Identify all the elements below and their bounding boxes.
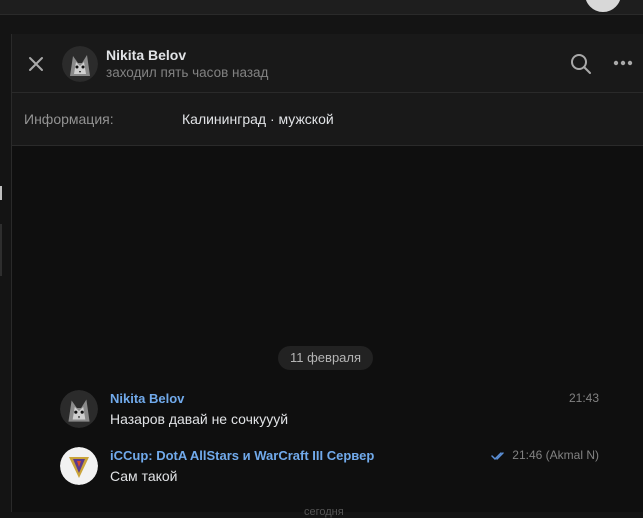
close-button[interactable] [26,54,46,74]
info-value: Калининград · мужской [182,111,334,127]
info-label: Информация: [24,111,114,127]
message[interactable]: iCCup: DotA AllStars и WarCraft III Серв… [12,447,643,487]
message-text: Назаров давай не сочкуууй [110,411,289,427]
chat-header: Nikita Belov заходил пять часов назад [12,34,643,93]
contact-info-row: Информация: Калининград · мужской [12,93,643,146]
search-icon [571,54,591,74]
iccup-logo-icon [60,447,98,485]
close-icon [29,57,43,71]
message-avatar[interactable] [60,447,98,485]
contact-avatar[interactable] [62,46,98,82]
sidebar-scrollbar[interactable] [0,224,2,276]
message-avatar[interactable] [60,390,98,428]
more-icon [613,60,633,66]
sidebar-indicator [0,186,2,200]
left-sidebar-edge [0,34,11,512]
message-meta: 21:46 (Akmal N) [491,448,599,462]
contact-name[interactable]: Nikita Belov [106,47,186,63]
message-author[interactable]: Nikita Belov [110,391,184,406]
today-separator: сегодня [304,506,344,518]
wolf-avatar-icon [62,46,98,82]
top-bar-divider [0,14,643,15]
message-author[interactable]: iCCup: DotA AllStars и WarCraft III Серв… [110,448,374,463]
more-button[interactable] [612,56,634,70]
message[interactable]: Nikita Belov Назаров давай не сочкуууй 2… [12,390,643,430]
message-text: Сам такой [110,468,178,484]
top-bar [0,0,643,14]
message-time: 21:43 [568,391,599,405]
chat-panel: Nikita Belov заходил пять часов назад Ин… [11,34,643,518]
double-check-icon [491,452,504,461]
date-separator: 11 февраля [278,346,374,370]
contact-status: заходил пять часов назад [106,65,269,80]
message-time-sender: 21:46 (Akmal N) [512,448,599,462]
search-button[interactable] [570,53,592,75]
wolf-avatar-icon [60,390,98,428]
